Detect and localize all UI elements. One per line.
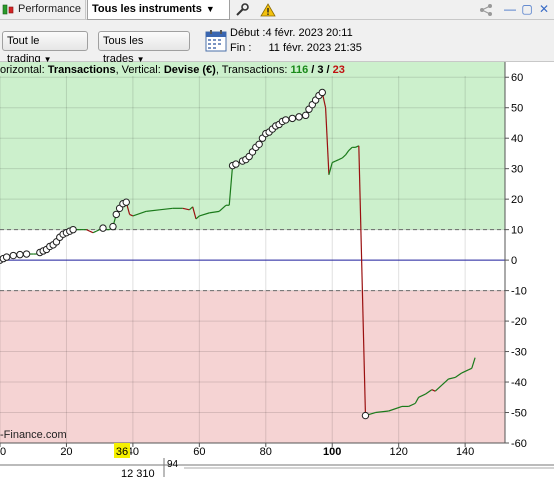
watermark: -Finance.com (0, 429, 67, 441)
start-date: Début :4 févr. 2023 20:11 (230, 27, 353, 39)
end-date: Fin : 11 févr. 2023 21:35 (230, 42, 362, 54)
filter-toolbar: Tout le trading ▼ Tous les trades ▼ Début … (0, 21, 554, 65)
y-tick-label: -40 (511, 377, 527, 389)
x-axis-ticks: 0 20 40 60 80 100 120 140 (0, 443, 474, 458)
header-losing: 23 (333, 64, 345, 76)
header-vertical: Devise (€) (164, 64, 216, 76)
x-tick-label: 140 (456, 446, 474, 458)
equity-high-marker (22, 250, 31, 258)
performance-icon (2, 4, 14, 15)
y-tick-label: 10 (511, 225, 523, 237)
close-button[interactable]: ✕ (536, 2, 552, 18)
equity-high-marker (122, 198, 130, 206)
equity-high-marker (361, 411, 370, 420)
y-tick-label: 40 (511, 133, 523, 145)
y-tick-label: -20 (511, 316, 527, 328)
equity-high-marker (9, 251, 17, 260)
equity-high-marker (301, 111, 310, 120)
header-slash2: / (323, 64, 332, 76)
y-axis-ticks: 60 50 40 30 20 10 0 -10 -20 -30 -40 -50 -60 (505, 72, 527, 450)
trading-filter-dropdown[interactable]: Tout le trading ▼ (2, 31, 88, 65)
equity-high-marker (16, 250, 24, 259)
y-tick-label: 30 (511, 164, 523, 176)
chart-header: orizontal: Transactions, Vertical: Devis… (0, 64, 345, 76)
header-sep1: , Vertical: (116, 64, 164, 76)
equity-chart[interactable]: orizontal: Transactions, Vertical: Devis… (0, 62, 554, 477)
x-tick-label: 100 (323, 446, 341, 458)
equity-high-marker (318, 88, 326, 97)
x-tick-label: 120 (390, 446, 408, 458)
chevron-down-icon: ▼ (205, 4, 215, 14)
share-icon[interactable] (478, 2, 494, 18)
instruments-dropdown[interactable]: Tous les instruments ▼ (87, 0, 230, 20)
equity-high-marker (109, 222, 117, 231)
y-tick-label: -10 (511, 286, 527, 298)
warning-icon[interactable] (260, 2, 276, 18)
y-tick-label: 50 (511, 103, 523, 115)
trading-filter-label: Tout le trading (7, 35, 41, 65)
minimize-button[interactable]: — (502, 2, 518, 18)
x-tick-label: 60 (193, 446, 205, 458)
equity-high-marker (99, 224, 107, 232)
header-slash1: / (308, 64, 317, 76)
maximize-button[interactable]: ▢ (519, 2, 535, 18)
end-date-label: Fin : (230, 42, 252, 54)
equity-high-marker (255, 140, 263, 148)
header-sep2: , Transactions: (216, 64, 291, 76)
y-tick-label: 0 (511, 255, 517, 267)
x-tick-label: 20 (60, 446, 72, 458)
y-tick-label: -60 (511, 438, 527, 450)
equity-high-marker (282, 116, 290, 124)
start-date-value: 4 févr. 2023 20:11 (265, 27, 353, 39)
equity-high-marker (295, 113, 303, 121)
x-tick-label: 80 (260, 446, 272, 458)
loss-zone (0, 290, 505, 443)
equity-high-marker (112, 210, 120, 219)
equity-chart-svg[interactable]: orizontal: Transactions, Vertical: Devis… (0, 62, 554, 477)
x-tick-label: 0 (0, 446, 6, 458)
sub-panel-right-value: 94 (167, 459, 179, 470)
start-date-label: Début : (230, 27, 266, 39)
header-horizontal: Transactions (48, 64, 116, 76)
cursor-x-label: 36 (116, 446, 128, 458)
equity-high-marker (69, 225, 77, 234)
y-tick-label: 60 (511, 72, 523, 84)
calendar-icon[interactable] (205, 29, 227, 53)
equity-high-marker (288, 114, 297, 123)
tab-performance[interactable]: Performance (0, 0, 86, 20)
y-tick-label: -50 (511, 408, 527, 420)
header-prefix: orizontal: (0, 64, 48, 76)
sub-panel-left-value: 12 310 (121, 468, 155, 477)
equity-high-marker (2, 253, 11, 261)
sub-panel: 12 310 94 (0, 458, 554, 477)
end-date-value: 11 févr. 2023 21:35 (268, 42, 362, 54)
tab-performance-label: Performance (18, 3, 81, 15)
instruments-dropdown-label: Tous les instruments (92, 3, 202, 15)
equity-high-marker (232, 160, 240, 168)
y-tick-label: 20 (511, 194, 523, 206)
top-tab-bar: Performance Tous les instruments ▼ — ▢ ✕ (0, 0, 554, 20)
wrench-icon[interactable] (234, 2, 250, 18)
y-tick-label: -30 (511, 347, 527, 359)
header-total: 116 (290, 64, 308, 76)
trades-filter-dropdown[interactable]: Tous les trades ▼ (98, 31, 190, 65)
